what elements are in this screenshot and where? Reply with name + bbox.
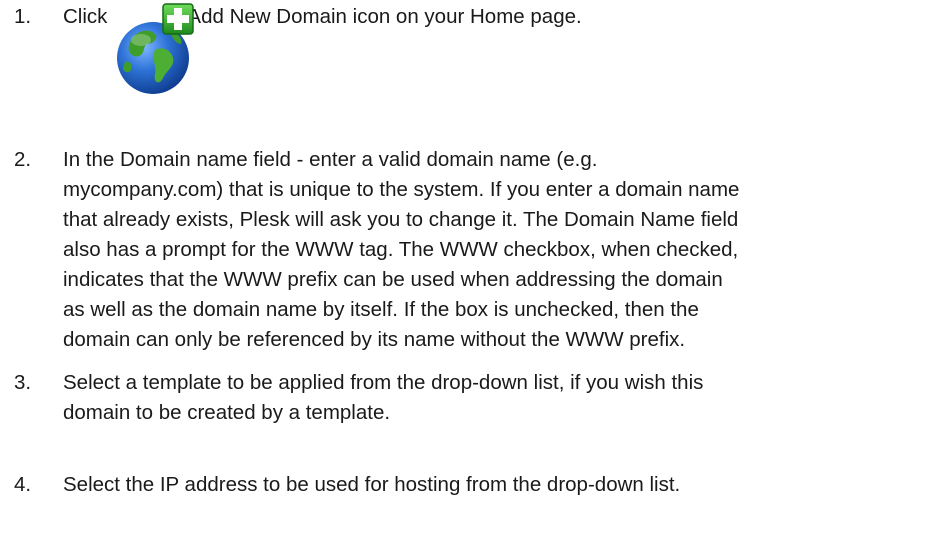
click-text: Click — [63, 5, 108, 28]
text-line: as well as the domain name by itself. If… — [63, 298, 699, 321]
text-line: mycompany.com) that is unique to the sys… — [63, 178, 740, 201]
instructions-document: 1. Click Add New Domain icon on your Hom… — [0, 0, 949, 537]
text-line: domain to be created by a template. — [63, 401, 391, 424]
step-number: 4. — [14, 473, 32, 496]
step-text: In the Domain name field - enter a valid… — [63, 145, 949, 355]
step-text: Select the IP address to be used for hos… — [63, 470, 949, 500]
text-line: domain can only be referenced by its nam… — [63, 328, 686, 351]
text-line: indicates that the WWW prefix can be use… — [63, 268, 723, 291]
step-text: Select a template to be applied from the… — [63, 368, 949, 428]
globe-plus-icon — [117, 3, 195, 94]
text-line: Select a template to be applied from the… — [63, 371, 704, 394]
text-line: that already exists, Plesk will ask you … — [63, 208, 739, 231]
step-number: 1. — [14, 5, 32, 28]
text-line: also has a prompt for the WWW tag. The W… — [63, 238, 739, 261]
step-text: Click Add New Domain icon on your Home p… — [63, 2, 949, 102]
add-new-domain-icon[interactable] — [111, 2, 211, 102]
step-number: 2. — [14, 148, 32, 171]
add-new-domain-label: Add New Domain icon on your Home page. — [187, 5, 582, 28]
text-line: In the Domain name field - enter a valid… — [63, 148, 598, 171]
text-line: Select the IP address to be used for hos… — [63, 473, 681, 496]
step-number: 3. — [14, 371, 32, 394]
